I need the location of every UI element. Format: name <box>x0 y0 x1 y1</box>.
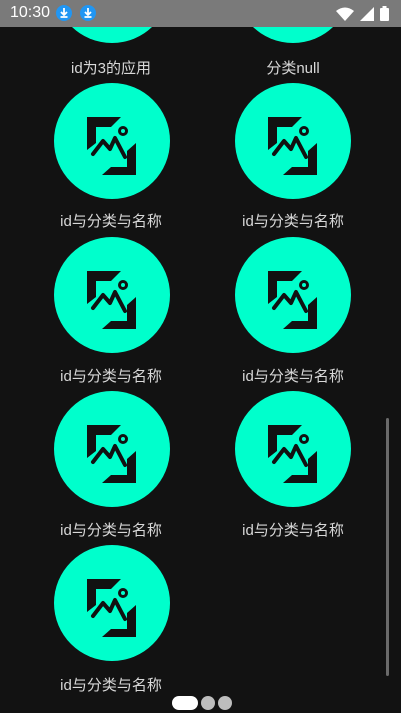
signal-icon <box>360 6 374 25</box>
app-label: id与分类与名称 <box>60 368 162 385</box>
app-label: 分类null <box>266 60 320 77</box>
image-placeholder-icon <box>54 83 170 199</box>
image-placeholder-icon <box>235 237 351 353</box>
scrollbar[interactable] <box>386 418 389 676</box>
image-placeholder-icon <box>54 27 170 43</box>
app-label: id为3的应用 <box>70 60 152 77</box>
status-time: 10:30 <box>10 4 51 21</box>
download-icon <box>56 5 72 21</box>
wifi-icon <box>336 6 354 25</box>
status-bar: 10:30 <box>0 0 401 27</box>
app-label: id与分类与名称 <box>60 677 162 694</box>
app-label: id与分类与名称 <box>60 522 162 539</box>
image-placeholder-icon <box>235 83 351 199</box>
page-dot[interactable] <box>201 696 215 710</box>
battery-icon <box>380 6 389 25</box>
app-label: id与分类与名称 <box>60 213 162 230</box>
app-grid[interactable]: id为3的应用 分类null id与分类与名称 id与分类与名称 id与分类与名… <box>0 27 401 713</box>
download-icon <box>80 5 96 21</box>
app-label: id与分类与名称 <box>242 522 344 539</box>
image-placeholder-icon <box>54 237 170 353</box>
page-indicator <box>172 696 232 710</box>
app-label: id与分类与名称 <box>242 368 344 385</box>
image-placeholder-icon <box>54 391 170 507</box>
page-dot[interactable] <box>218 696 232 710</box>
page-dot-active[interactable] <box>172 696 198 710</box>
image-placeholder-icon <box>235 27 351 43</box>
app-label: id与分类与名称 <box>242 213 344 230</box>
image-placeholder-icon <box>235 391 351 507</box>
image-placeholder-icon <box>54 545 170 661</box>
